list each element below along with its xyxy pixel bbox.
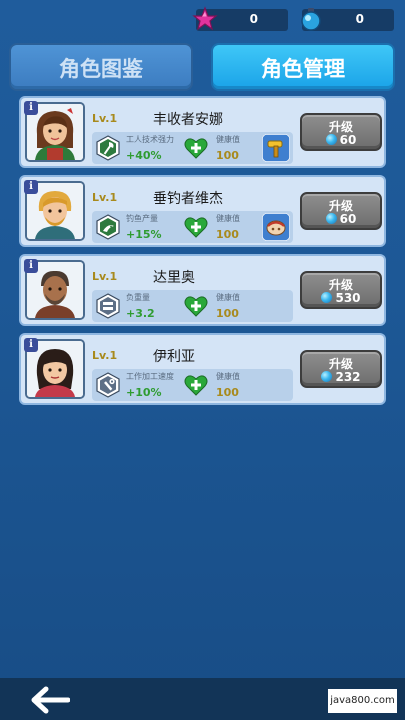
skill-label: 钓鱼产量 [126, 214, 158, 223]
star-currency: 0 [192, 6, 288, 31]
upgrade-cost: 232 [302, 370, 380, 384]
skill-label: 负重量 [126, 293, 150, 302]
character-card: i Lv.1 丰收者安娜 工人技术强力 +40% 健康值 100 升级 60 [19, 96, 386, 168]
upgrade-cost: 60 [302, 212, 380, 226]
upgrade-button[interactable]: 升级 530 [300, 271, 382, 309]
gem-icon [321, 292, 333, 303]
info-icon[interactable]: i [24, 338, 38, 352]
tab-character-management[interactable]: 角色管理 [211, 43, 395, 91]
gem-count: 0 [355, 12, 364, 26]
skill-value: +40% [126, 149, 162, 162]
health-value: 100 [216, 228, 239, 241]
health-label: 健康值 [216, 372, 240, 381]
wrench-icon [96, 372, 120, 398]
character-level: Lv.1 [92, 349, 118, 362]
health-heart-icon [184, 375, 208, 396]
character-stats: 工人技术强力 +40% 健康值 100 [92, 132, 293, 164]
character-name: 丰收者安娜 [153, 112, 223, 128]
axe-icon [96, 135, 120, 161]
pink-star-icon [192, 6, 218, 31]
character-card: i Lv.1 达里奥 负重量 +3.2 健康值 100 升级 530 [19, 254, 386, 326]
character-level: Lv.1 [92, 270, 118, 283]
health-value: 100 [216, 386, 239, 399]
fishing-icon [96, 214, 120, 240]
info-icon[interactable]: i [24, 101, 38, 115]
health-heart-icon [184, 138, 208, 159]
skill-value: +15% [126, 228, 162, 241]
character-stats: 钓鱼产量 +15% 健康值 100 [92, 211, 293, 243]
health-heart-icon [184, 217, 208, 238]
character-stats: 负重量 +3.2 健康值 100 [92, 290, 293, 322]
character-list: i Lv.1 丰收者安娜 工人技术强力 +40% 健康值 100 升级 60 i… [19, 96, 386, 412]
fish-bait-icon[interactable] [262, 213, 290, 241]
skill-label: 工作加工速度 [126, 372, 174, 381]
info-icon[interactable]: i [24, 180, 38, 194]
golden-hammer-icon[interactable] [262, 134, 290, 162]
gem-currency: 0 [301, 8, 394, 31]
character-name: 垂钓者维杰 [153, 191, 223, 207]
weight-icon [96, 293, 120, 319]
upgrade-cost: 60 [302, 133, 380, 147]
upgrade-cost: 530 [302, 291, 380, 305]
character-name: 达里奥 [153, 270, 195, 286]
skill-label: 工人技术强力 [126, 135, 174, 144]
watermark: java800.com [328, 689, 397, 713]
health-label: 健康值 [216, 214, 240, 223]
upgrade-button[interactable]: 升级 60 [300, 113, 382, 151]
health-label: 健康值 [216, 135, 240, 144]
character-card: i Lv.1 伊利亚 工作加工速度 +10% 健康值 100 升级 232 [19, 333, 386, 405]
info-icon[interactable]: i [24, 259, 38, 273]
health-value: 100 [216, 307, 239, 320]
gem-icon [325, 213, 337, 224]
upgrade-button[interactable]: 升级 60 [300, 192, 382, 230]
bottom-bar: java800.com [0, 678, 405, 720]
health-value: 100 [216, 149, 239, 162]
tab-character-gallery[interactable]: 角色图鉴 [9, 43, 193, 91]
currency-bar: 0 0 [0, 0, 405, 38]
character-level: Lv.1 [92, 191, 118, 204]
health-heart-icon [184, 296, 208, 317]
character-card: i Lv.1 垂钓者维杰 钓鱼产量 +15% 健康值 100 升级 60 [19, 175, 386, 247]
character-name: 伊利亚 [153, 349, 195, 365]
character-level: Lv.1 [92, 112, 118, 125]
back-arrow-icon[interactable] [28, 686, 70, 714]
gem-icon [325, 134, 337, 145]
star-count: 0 [249, 12, 258, 26]
blue-gem-bottle-icon [301, 8, 321, 31]
health-label: 健康值 [216, 293, 240, 302]
skill-value: +3.2 [126, 307, 155, 320]
gem-icon [321, 371, 333, 382]
character-stats: 工作加工速度 +10% 健康值 100 [92, 369, 293, 401]
upgrade-button[interactable]: 升级 232 [300, 350, 382, 388]
skill-value: +10% [126, 386, 162, 399]
